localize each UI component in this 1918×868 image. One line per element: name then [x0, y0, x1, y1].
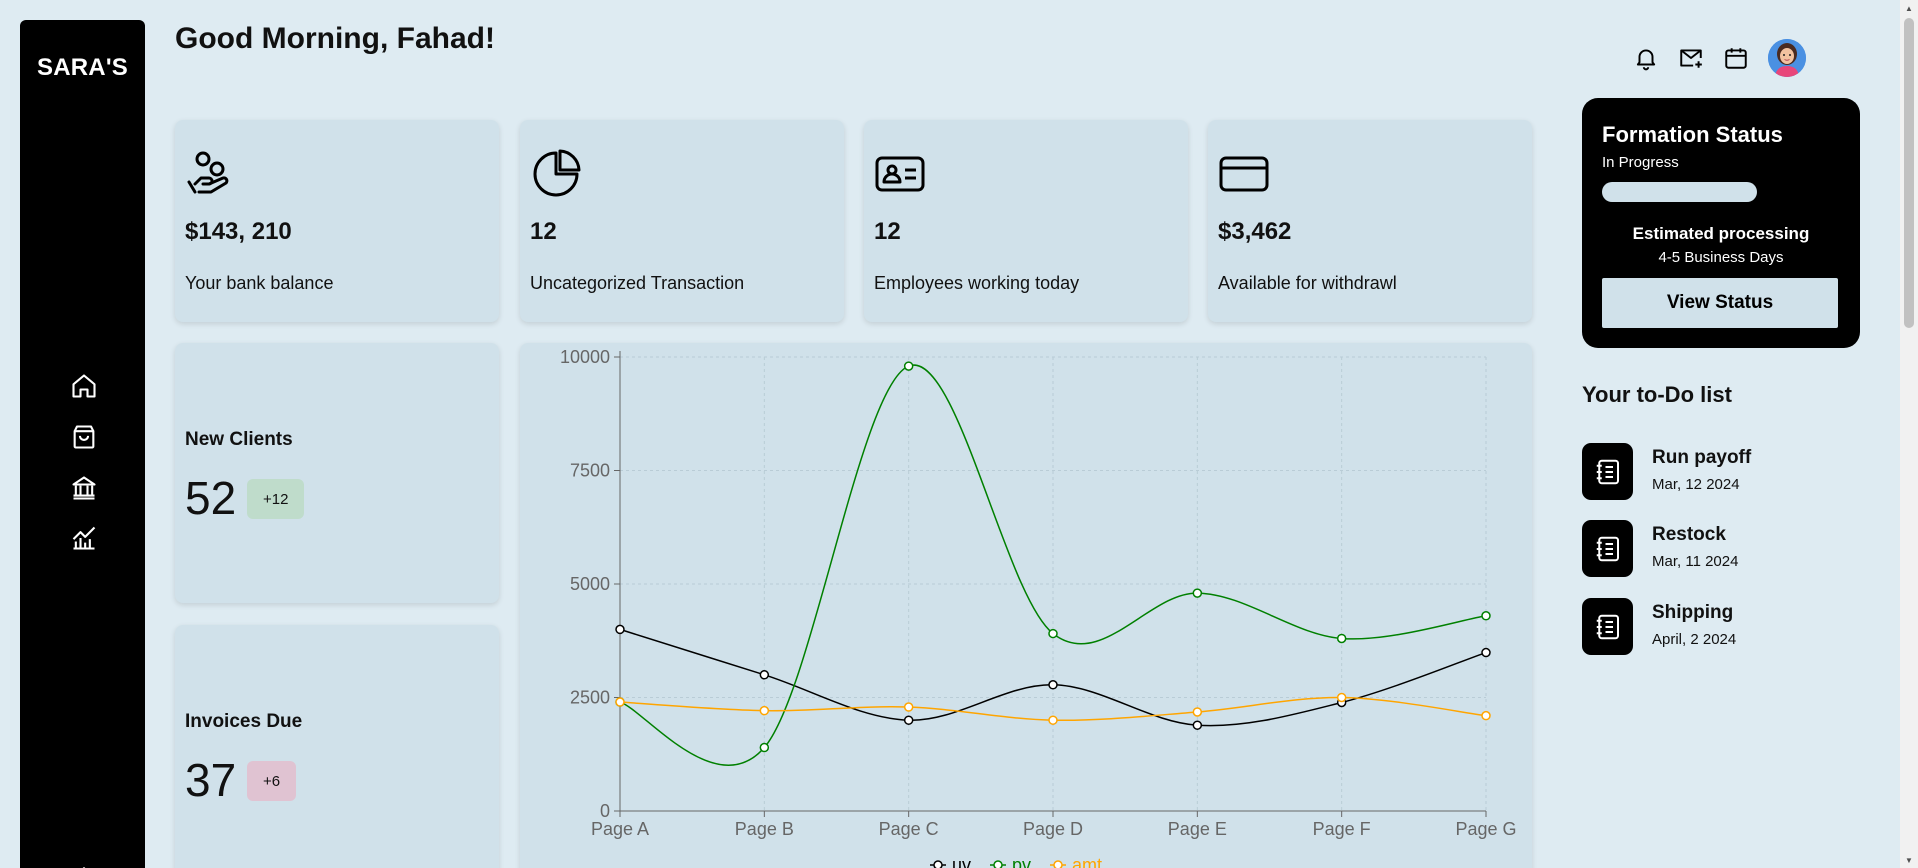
status-title: Formation Status: [1602, 122, 1783, 147]
todo-item[interactable]: Shipping April, 2 2024: [1582, 598, 1862, 656]
status-badge: +6: [247, 761, 297, 801]
data-point-pv: [1192, 588, 1203, 598]
data-point-uv: [759, 670, 770, 680]
todo-date: Mar, 11 2024: [1652, 553, 1739, 570]
scroll-thumb[interactable]: [1904, 18, 1914, 328]
x-tick-label: Page D: [1023, 819, 1083, 839]
progress-bar: [1602, 182, 1757, 202]
todo-heading: Your to-Do list: [1582, 382, 1732, 407]
mail-plus-icon[interactable]: [1677, 44, 1705, 72]
card-title: New Clients: [185, 429, 293, 450]
card-value: 37: [185, 754, 237, 806]
y-tick-label: 0: [600, 801, 610, 821]
bank-icon[interactable]: [70, 474, 98, 502]
estimate-value: 4-5 Business Days: [1658, 249, 1784, 266]
credit-card-icon: [1218, 148, 1270, 200]
todo-title: Restock: [1652, 524, 1726, 545]
data-point-amt: [1336, 692, 1347, 703]
data-point-amt: [1481, 710, 1491, 721]
stat-value: 12: [530, 218, 557, 245]
stat-card-employees: 12 Employees working today: [864, 120, 1188, 322]
stat-label: Available for withdrawl: [1218, 273, 1397, 293]
scroll-up-icon[interactable]: ▲: [1900, 0, 1918, 16]
pie-chart-icon: [530, 148, 582, 200]
x-tick-label: Page B: [735, 819, 794, 839]
todo-item[interactable]: Run payoff Mar, 12 2024: [1582, 443, 1862, 501]
card-title: Invoices Due: [185, 711, 303, 732]
id-card-icon: [874, 148, 926, 200]
data-point-amt: [1192, 707, 1203, 717]
x-tick-label: Page C: [879, 819, 939, 839]
data-point-amt: [615, 697, 625, 707]
data-point-uv: [1481, 647, 1491, 658]
data-point-pv: [759, 742, 770, 753]
notebook-icon: [1582, 520, 1633, 577]
data-point-amt: [759, 705, 770, 716]
data-point-pv: [1481, 611, 1491, 621]
data-point-uv: [1048, 680, 1058, 690]
x-tick-label: Page G: [1455, 819, 1516, 839]
legend-label: pv: [1012, 855, 1031, 868]
bell-icon[interactable]: [1632, 44, 1660, 72]
status-text: In Progress: [1602, 154, 1679, 171]
legend-label: uv: [952, 855, 971, 868]
y-tick-label: 7500: [570, 461, 610, 481]
stat-label: Your bank balance: [185, 273, 334, 293]
y-tick-label: 10000: [560, 347, 610, 367]
legend-marker-dot: [933, 860, 943, 868]
data-point-uv: [1192, 720, 1203, 730]
x-tick-label: Page F: [1313, 819, 1371, 839]
todo-title: Shipping: [1652, 602, 1734, 623]
scrollbar[interactable]: ▲ ▼: [1900, 0, 1918, 868]
scroll-down-icon[interactable]: ▼: [1900, 852, 1918, 868]
x-tick-label: Page E: [1168, 819, 1227, 839]
todo-date: April, 2 2024: [1652, 631, 1737, 648]
hand-coins-icon: [185, 148, 237, 200]
estimate-title: Estimated processing: [1632, 224, 1810, 243]
invoices-due-card: Invoices Due 37 +6: [175, 625, 499, 868]
analytics-icon[interactable]: [70, 524, 98, 552]
shopping-bag-icon[interactable]: [70, 423, 98, 451]
line-chart: 0 2500 5000 7500 10000 Page A Page B Page C Page…: [520, 343, 1532, 868]
stat-card-withdrawal: $3,462 Available for withdrawl: [1208, 120, 1532, 322]
legend-marker-dot: [1053, 860, 1063, 868]
card-value: 52: [185, 472, 237, 524]
chart-svg: 0 2500 5000 7500 10000 Page A Page B Page C Page…: [560, 347, 1517, 868]
legend-label: amt: [1072, 855, 1102, 868]
y-tick-label: 5000: [570, 574, 610, 594]
stat-label: Employees working today: [874, 273, 1080, 293]
data-point-amt: [1048, 715, 1058, 725]
y-tick-label: 2500: [570, 688, 610, 708]
notebook-icon: [1582, 443, 1633, 500]
sidebar: SARA'S: [20, 20, 145, 868]
data-point-pv: [903, 361, 914, 371]
data-point-pv: [1048, 628, 1058, 639]
legend-marker-dot: [993, 860, 1003, 868]
stat-card-uncategorized: 12 Uncategorized Transaction: [520, 120, 844, 322]
data-point-uv: [903, 715, 914, 725]
home-icon[interactable]: [70, 372, 98, 400]
formation-status-panel: Formation Status In Progress Estimated p…: [1582, 98, 1860, 348]
new-clients-card: New Clients 52 +12: [175, 343, 499, 603]
data-point-pv: [1336, 633, 1347, 644]
avatar[interactable]: [1768, 39, 1806, 77]
todo-title: Run payoff: [1652, 447, 1752, 468]
calendar-icon[interactable]: [1722, 44, 1750, 72]
data-point-amt: [903, 702, 914, 712]
page-title: Good Morning, Fahad!: [175, 22, 495, 55]
stat-card-balance: $143, 210 Your bank balance: [175, 120, 499, 322]
logo: SARA'S: [37, 54, 128, 81]
status-badge: +12: [247, 479, 305, 519]
header-actions: [1632, 44, 1767, 72]
stat-value: $3,462: [1218, 218, 1292, 245]
x-tick-label: Page A: [591, 819, 649, 839]
stat-value: 12: [874, 218, 901, 245]
todo-item[interactable]: Restock Mar, 11 2024: [1582, 520, 1862, 578]
stat-value: $143, 210: [185, 218, 292, 245]
data-point-uv: [615, 624, 625, 635]
notebook-icon: [1582, 598, 1633, 655]
view-status-button[interactable]: View Status: [1602, 278, 1838, 328]
stat-label: Uncategorized Transaction: [530, 273, 745, 293]
todo-date: Mar, 12 2024: [1652, 476, 1740, 493]
